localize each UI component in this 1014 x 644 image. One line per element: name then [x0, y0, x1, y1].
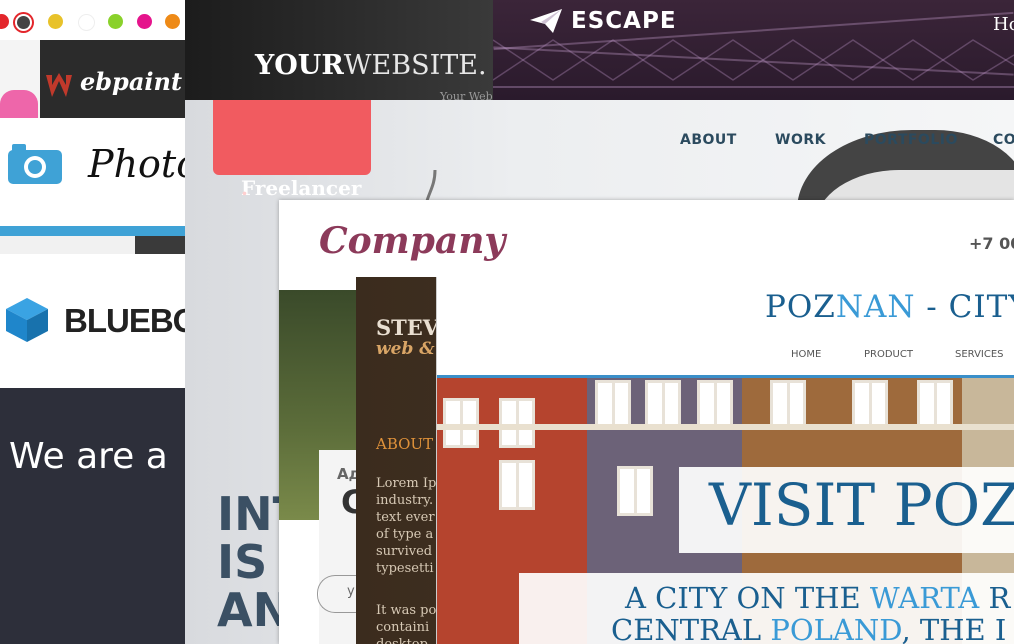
color-swatch-pink[interactable] — [137, 14, 152, 29]
caption-line-2: CENTRAL POLAND, THE I — [611, 613, 1006, 644]
freelancer-brand-dot: . — [241, 176, 248, 200]
visit-headline: VISIT POZ — [709, 471, 1014, 539]
color-swatch-orange[interactable] — [165, 14, 180, 29]
poznan-nav-home[interactable]: HOME — [791, 349, 821, 360]
color-swatch-dark-selected[interactable] — [17, 16, 30, 29]
steve-name: STEV — [376, 315, 440, 340]
title-part: - CITY — [926, 289, 1014, 325]
lorem-line: survived — [376, 544, 433, 559]
steve-lorem-paragraph-2: It was po containi desktop — [376, 602, 438, 644]
steve-about-heading: ABOUT — [376, 435, 434, 453]
weare-thumbnail[interactable]: We are a — [0, 388, 185, 644]
poznan-thumbnail[interactable]: POZNAN - CITY HOME PRODUCT SERVICES VISI… — [436, 277, 1014, 644]
yourwebsite-logo: YOURWEBSITE. — [255, 50, 487, 81]
photo-title: Photo — [88, 142, 185, 186]
caption-text: CENTRAL — [611, 613, 771, 644]
company-phone: +7 00 — [969, 234, 1014, 253]
caption-highlight: WARTA — [869, 581, 980, 615]
accent-strip — [0, 226, 185, 236]
color-swatch-white[interactable] — [78, 14, 95, 31]
freelancer-brand: Freelancer — [241, 176, 362, 200]
logo-light-part: WEBSITE. — [343, 50, 487, 81]
flower-image — [0, 90, 38, 118]
logo-bold-part: YOUR — [255, 50, 344, 81]
company-logo[interactable]: Company — [319, 220, 505, 262]
input-placeholder: у — [347, 584, 355, 599]
caption-highlight: POLAND — [770, 613, 902, 644]
title-part: POZ — [765, 289, 836, 325]
nav-work[interactable]: WORK — [775, 132, 826, 148]
cube-logo-icon — [6, 298, 48, 342]
steve-subtitle: web & — [376, 339, 435, 359]
bluebox-thumbnail[interactable]: BLUEBOX — [0, 236, 185, 388]
caption-text: , THE I — [901, 613, 1007, 644]
weare-headline: We are a — [9, 436, 168, 477]
city-caption-box: A CITY ON THE WARTA R CENTRAL POLAND, TH… — [519, 573, 1014, 644]
photo-thumbnail[interactable]: Photo — [0, 118, 185, 236]
lorem-line: typesetti — [376, 561, 434, 576]
bluebox-brand: BLUEBOX — [64, 302, 185, 339]
lorem-line: containi — [376, 620, 430, 635]
poznan-site-title[interactable]: POZNAN - CITY — [765, 289, 1014, 325]
webpaint-logo-icon — [46, 73, 72, 97]
lorem-line: Lorem Ip — [376, 476, 437, 491]
lorem-line: industry. — [376, 493, 434, 508]
bluebox-header-image — [0, 236, 185, 254]
nav-portfolio[interactable]: PORTFOLIO — [864, 132, 958, 148]
webpaint-thumbnail[interactable]: ebpaint — [0, 0, 185, 118]
color-swatch-green[interactable] — [108, 14, 123, 29]
paper-plane-icon — [530, 9, 562, 33]
nav-about[interactable]: ABOUT — [680, 132, 737, 148]
poznan-nav-services[interactable]: SERVICES — [955, 349, 1004, 360]
escape-thumbnail[interactable]: ESCAPE Ho — [493, 0, 1014, 100]
color-swatch-yellow[interactable] — [48, 14, 63, 29]
lorem-line: It was po — [376, 603, 437, 618]
poznan-nav-product[interactable]: PRODUCT — [864, 349, 913, 360]
visit-banner: VISIT POZ — [679, 467, 1014, 553]
yourwebsite-thumbnail[interactable]: YOURWEBSITE. Your Web — [185, 0, 495, 100]
escape-nav-home[interactable]: Ho — [993, 14, 1014, 35]
cornice — [437, 424, 1014, 430]
caption-text: A CITY ON THE — [625, 581, 870, 615]
escape-logo[interactable]: ESCAPE — [529, 8, 677, 34]
caption-text: R — [979, 581, 1011, 615]
webpaint-brand: ebpaint — [80, 67, 183, 96]
freelancer-logo[interactable]: Freelancer. — [213, 100, 371, 200]
nav-contact[interactable]: CO — [993, 132, 1014, 148]
escape-brand: ESCAPE — [571, 8, 677, 34]
lorem-line: text ever — [376, 510, 435, 525]
camera-icon — [8, 144, 62, 184]
lorem-line: desktop — [376, 636, 438, 644]
yourwebsite-tagline: Your Web — [440, 90, 493, 100]
steve-lorem-paragraph: Lorem Ip industry. text ever of type a s… — [376, 475, 438, 577]
color-swatch-red[interactable] — [0, 14, 9, 29]
lorem-line: of type a — [376, 527, 434, 542]
caption-line-1: A CITY ON THE WARTA R — [625, 581, 1010, 615]
title-part-highlight: NAN — [835, 289, 916, 325]
